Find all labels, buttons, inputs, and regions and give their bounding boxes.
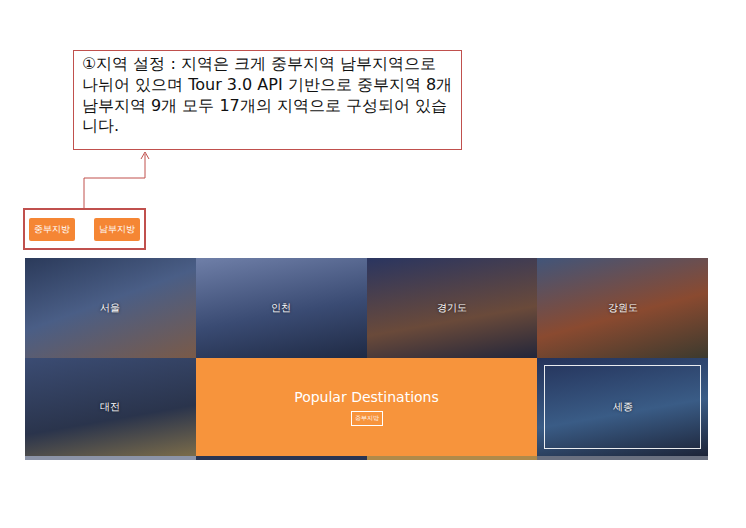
next-row-strip [537, 456, 708, 460]
destination-tile[interactable]: 강원도 [537, 258, 708, 358]
feature-title: Popular Destinations [294, 389, 439, 405]
page: ①지역 설정 : 지역은 크게 중부지역 남부지역으로 나뉘어 있으며 Tour… [0, 0, 746, 460]
destination-tile[interactable]: 경기도 [367, 258, 538, 358]
destination-label: 인천 [271, 301, 291, 315]
destination-label: 서울 [100, 301, 120, 315]
region-button[interactable]: 중부지방 [29, 218, 75, 241]
next-row-strip [367, 456, 538, 460]
region-button-group: 중부지방 남부지방 [23, 208, 146, 250]
destination-tile[interactable]: 세종 [537, 358, 708, 456]
destination-label: 경기도 [437, 301, 467, 315]
destination-label: 세종 [613, 400, 633, 414]
destination-tile[interactable]: 대전 [25, 358, 196, 456]
destination-label: 강원도 [608, 301, 638, 315]
connector-arrow-icon [0, 150, 200, 208]
destination-label: 대전 [100, 400, 120, 414]
destination-tile[interactable]: 인천 [196, 258, 367, 358]
destination-grid: 서울 인천 경기도 강원도대전 Popular Destinations 중부지방 세종 [25, 258, 708, 460]
next-row-strip [25, 456, 196, 460]
annotation-box: ①지역 설정 : 지역은 크게 중부지역 남부지역으로 나뉘어 있으며 Tour… [73, 50, 462, 150]
destination-tile[interactable]: 서울 [25, 258, 196, 358]
feature-button[interactable]: 중부지방 [351, 411, 383, 426]
region-button[interactable]: 남부지방 [94, 218, 140, 241]
next-row-strip [196, 456, 367, 460]
feature-panel: Popular Destinations 중부지방 [196, 358, 538, 456]
annotation-row: ①지역 설정 : 지역은 크게 중부지역 남부지역으로 나뉘어 있으며 Tour… [0, 0, 746, 150]
